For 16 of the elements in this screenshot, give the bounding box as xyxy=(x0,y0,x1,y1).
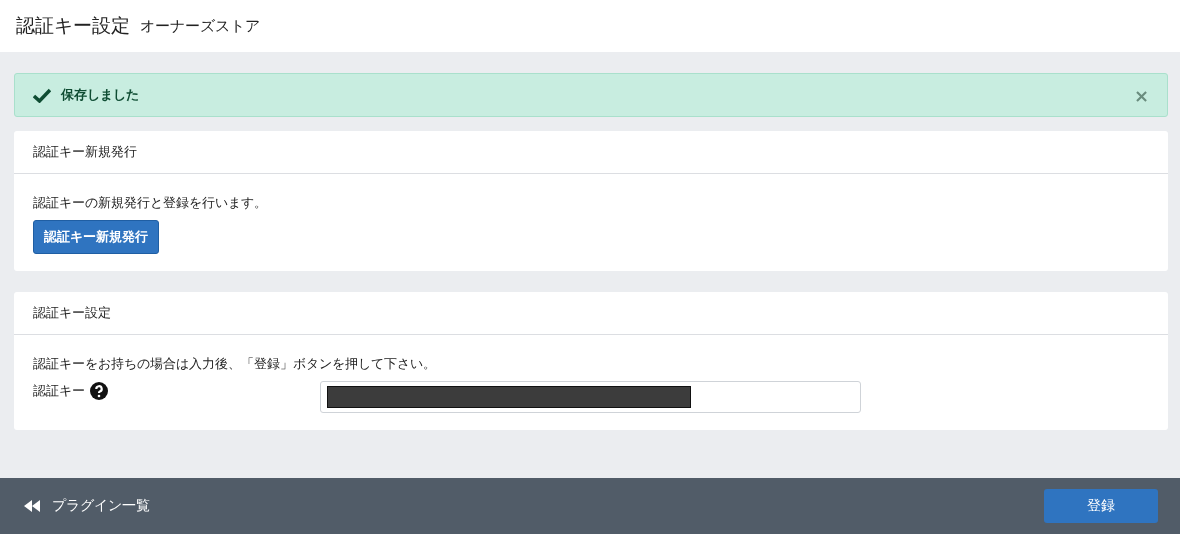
alert-message: 保存しました xyxy=(61,86,140,104)
register-button[interactable]: 登録 xyxy=(1044,489,1158,523)
back-link[interactable]: プラグイン一覧 xyxy=(24,497,150,515)
panel-description: 認証キーをお持ちの場合は入力後、「登録」ボタンを押して下さい。 xyxy=(33,355,437,373)
check-icon xyxy=(33,87,51,103)
page-title: 認証キー設定 xyxy=(16,13,130,38)
panel-description: 認証キーの新規発行と登録を行います。 xyxy=(33,194,268,212)
rewind-icon xyxy=(24,500,40,512)
issue-key-button[interactable]: 認証キー新規発行 xyxy=(33,220,159,254)
close-button[interactable]: × xyxy=(1129,84,1153,106)
field-label: 認証キー xyxy=(33,382,85,400)
key-input-field[interactable] xyxy=(320,381,861,413)
panel-title: 認証キー設定 xyxy=(33,304,111,322)
help-icon[interactable] xyxy=(90,382,108,400)
page-subtitle: オーナーズストア xyxy=(140,16,260,36)
panel-title: 認証キー新規発行 xyxy=(33,143,137,161)
